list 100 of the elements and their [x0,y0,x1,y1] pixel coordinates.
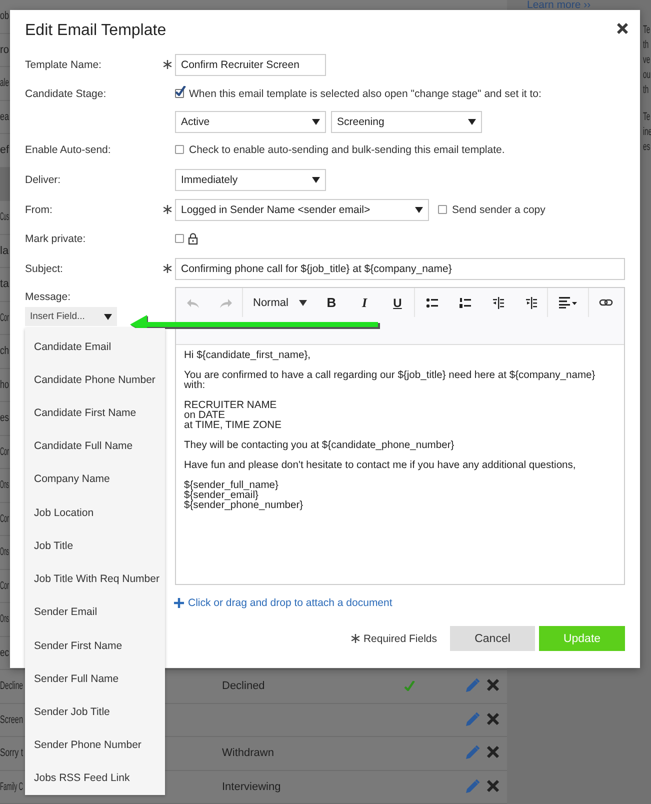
caret-icon [468,118,476,124]
menu-item[interactable]: Job Title With Req Number [25,562,165,596]
format-dropdown[interactable]: Normal [243,288,315,317]
menu-item[interactable]: Company Name [25,462,165,496]
field-label: From: [25,204,54,216]
table-cell: ho [0,378,9,391]
field-label: Deliver: [25,174,62,186]
table-cell: Declined [222,680,265,692]
table-cell: Ons [0,479,9,492]
caret-icon [299,300,307,306]
table-cell: Cor [0,446,9,458]
checkbox[interactable] [438,205,447,214]
table-cell: Ons [0,613,9,626]
caret-icon [104,314,112,320]
table-cell: Family C [0,780,23,793]
table-cell: ta [0,278,9,290]
table-cell: ale [0,77,9,90]
numbered-list-icon[interactable] [458,296,470,308]
dropdown[interactable]: Logged in Sender Name <sender email> [175,198,429,220]
message-text: ${sender_phone_number} [184,501,304,511]
table-cell: ch [0,345,9,358]
message-text: You are confirmed to have a call regarding our ${job_title} need here at ${company_name} with: [184,371,596,391]
checkbox-label: When this email template is selected also open "change stage" and set it to: [189,88,542,100]
italic-button[interactable]: I [348,288,381,317]
menu-item[interactable]: Sender Email [25,596,165,629]
close-icon[interactable] [616,22,629,35]
required-note: Required Fields [363,632,437,644]
outdent-icon[interactable] [492,296,504,308]
message-text: ${sender_full_name} [184,481,280,491]
attach-link[interactable]: Click or drag and drop to attach a document [174,597,625,609]
text-fragment: Te [643,110,651,125]
dropdown[interactable]: Immediately [175,168,326,190]
table-cell: Screen [0,714,23,726]
text-fragment: th [643,83,650,98]
message-editor[interactable] [175,287,625,585]
table-cell: Decline [0,680,23,692]
text-fragment: es [643,140,651,155]
underline-button[interactable]: U [381,288,414,317]
indent-icon[interactable] [524,296,536,308]
table-cell: Cus [0,211,9,224]
menu-item[interactable]: Jobs RSS Feed Link [25,762,165,796]
bold-button[interactable]: B [315,288,348,317]
table-cell: Withdrawn [222,747,274,760]
insert-field-dropdown[interactable]: Insert Field... [25,307,117,326]
menu-item[interactable]: Sender Phone Number [25,728,165,762]
checkbox[interactable] [175,145,184,154]
menu-item[interactable]: Candidate First Name [25,396,165,430]
field-label: Candidate Stage: [25,88,108,100]
plus-icon [174,598,184,608]
menu-item[interactable]: Job Location [25,496,165,530]
text-fragment: ou [643,68,651,83]
menu-item[interactable]: Sender Full Name [25,662,165,696]
message-text: RECRUITER NAME [184,401,278,411]
checkbox-label: Send sender a copy [452,204,546,216]
menu-item[interactable]: Sender Job Title [25,695,165,729]
checkbox[interactable] [175,234,184,243]
message-text: at TIME, TIME ZONE [184,421,282,431]
dropdown[interactable]: Active [175,110,326,132]
align-icon[interactable] [559,296,577,309]
table-cell: ea [0,110,9,123]
table-cell: ef [0,144,9,156]
bulleted-list-icon[interactable] [426,296,438,308]
table-cell: ec [0,646,9,659]
asterisk-icon [351,634,360,643]
text-field[interactable]: Confirming phone call for ${job_title} at ${company_name} [175,258,625,280]
delete-icon[interactable] [486,745,500,760]
message-text: They will be contacting you at ${candidate_phone_number} [184,441,456,451]
message-text: on DATE [184,411,226,421]
table-cell: Cor [0,580,9,592]
field-label: Enable Auto-send: [25,144,112,156]
field-label: Mark private: [25,232,87,244]
menu-item[interactable]: Job Title [25,529,165,563]
menu-item[interactable]: Sender First Name [25,628,165,662]
table-cell: es [0,412,9,424]
table-cell: Cor [0,312,9,324]
delete-icon[interactable] [486,712,500,726]
table-cell: Sorry t [0,747,23,760]
delete-icon[interactable] [486,678,500,692]
table-cell: ob [0,10,9,22]
caret-icon [312,176,320,182]
delete-icon[interactable] [486,778,500,793]
menu-item[interactable]: Candidate Phone Number [25,363,165,396]
checkbox[interactable] [175,89,184,98]
menu-item[interactable]: Candidate Email [25,330,165,364]
table-cell: ro [0,44,9,56]
field-label: Subject: [25,262,64,274]
cancel-button[interactable]: Cancel [450,626,535,651]
field-label: Template Name: [25,58,102,70]
menu-item[interactable]: Candidate Full Name [25,430,165,463]
message-text: Hi ${candidate_first_name}, [184,351,312,361]
link-icon[interactable] [598,298,612,307]
field-label: Message: [25,291,71,303]
caret-icon [415,206,423,212]
text-fragment: th [643,38,650,53]
dialog-title: Edit Email Template [25,21,166,41]
checkbox-label: Check to enable auto-sending and bulk-sending this email template. [189,144,505,156]
table-cell: la [0,244,9,257]
text-field[interactable]: Confirm Recruiter Screen [175,54,326,76]
caret-icon [312,118,320,124]
dropdown[interactable]: Screening [331,110,482,132]
